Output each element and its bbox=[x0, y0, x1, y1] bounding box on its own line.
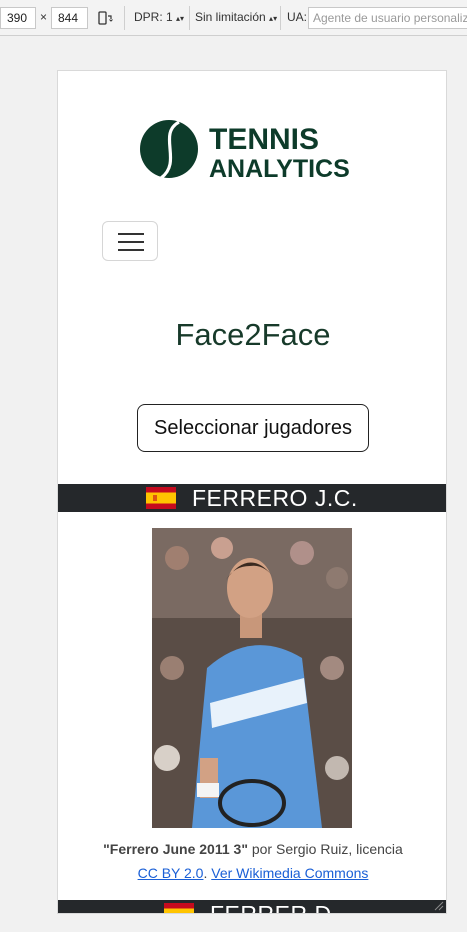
rotate-device-icon[interactable] bbox=[97, 10, 113, 26]
resize-handle-icon[interactable] bbox=[432, 899, 444, 911]
user-agent-input[interactable]: Agente de usuario personalizado bbox=[308, 7, 467, 29]
menu-toggle-button[interactable] bbox=[102, 221, 158, 261]
player-name: FERRERO J.C. bbox=[192, 485, 358, 511]
throttling-chevron-icon: ▴▾ bbox=[269, 14, 278, 23]
ua-label: UA: bbox=[287, 10, 308, 24]
select-players-button[interactable]: Seleccionar jugadores bbox=[137, 404, 369, 452]
photo-license-links: CC BY 2.0. Ver Wikimedia Commons bbox=[58, 865, 446, 881]
photo-credit-text: por Sergio Ruiz, licencia bbox=[247, 841, 403, 857]
toolbar-divider bbox=[124, 6, 125, 30]
emulated-viewport: TENNIS ANALYTICS Face2Face Seleccionar j… bbox=[57, 70, 447, 914]
spain-flag-icon bbox=[146, 487, 176, 509]
dpr-chevron-icon: ▴▾ bbox=[176, 14, 185, 23]
toolbar-divider bbox=[189, 6, 190, 30]
throttling-select[interactable]: Sin limitación ▴▾ bbox=[195, 10, 277, 24]
dimension-separator: × bbox=[40, 10, 48, 24]
logo-line2: ANALYTICS bbox=[209, 155, 349, 183]
player-name: FERRER D. bbox=[210, 901, 339, 914]
photo-credit: "Ferrero June 2011 3" por Sergio Ruiz, l… bbox=[58, 841, 446, 857]
player-header: FERRER D. bbox=[58, 900, 446, 914]
wikimedia-commons-link[interactable]: Ver Wikimedia Commons bbox=[211, 865, 368, 881]
devtools-toolbar: 390 × 844 DPR: 1 ▴▾ Sin limitación ▴▾ UA… bbox=[0, 0, 467, 36]
logo-line1: TENNIS bbox=[209, 123, 319, 156]
license-link[interactable]: CC BY 2.0 bbox=[138, 865, 204, 881]
player-photo bbox=[152, 528, 352, 828]
viewport-width-input[interactable]: 390 bbox=[0, 7, 36, 29]
viewport-height-input[interactable]: 844 bbox=[51, 7, 88, 29]
player-header: FERRERO J.C. bbox=[58, 484, 446, 512]
page-title: Face2Face bbox=[175, 317, 331, 352]
spain-flag-icon bbox=[164, 903, 194, 913]
hamburger-icon bbox=[118, 233, 144, 235]
dpr-select[interactable]: DPR: 1 ▴▾ bbox=[134, 10, 184, 24]
toolbar-divider bbox=[280, 6, 281, 30]
photo-credit-title: "Ferrero June 2011 3" bbox=[103, 841, 248, 857]
tennis-analytics-logo[interactable]: TENNIS ANALYTICS bbox=[139, 118, 349, 184]
